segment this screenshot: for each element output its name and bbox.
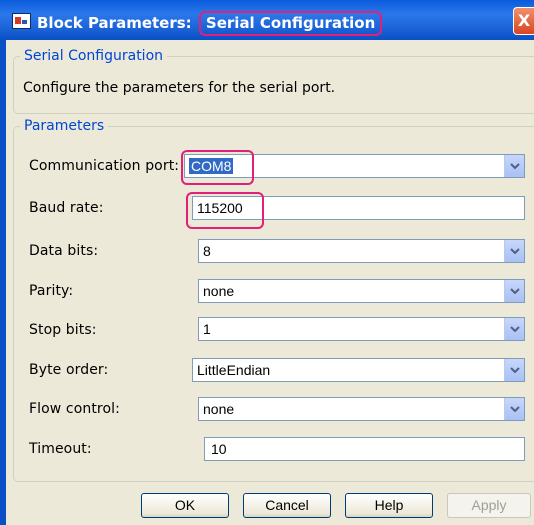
communication-port-dropdown[interactable]: COM8 xyxy=(184,154,525,178)
chevron-down-icon[interactable] xyxy=(504,155,524,177)
block-parameters-icon xyxy=(12,13,31,29)
description-group-legend: Serial Configuration xyxy=(24,48,164,64)
baud-rate-input[interactable]: 115200 xyxy=(192,196,525,220)
chevron-down-icon[interactable] xyxy=(504,359,524,381)
parity-label: Parity: xyxy=(29,283,74,299)
cancel-button[interactable]: Cancel xyxy=(243,493,331,518)
stop-bits-value: 1 xyxy=(203,321,211,337)
stop-bits-dropdown[interactable]: 1 xyxy=(198,317,525,341)
communication-port-label: Communication port: xyxy=(29,158,180,174)
description-text: Configure the parameters for the serial … xyxy=(23,80,336,96)
apply-button[interactable]: Apply xyxy=(447,493,531,518)
parameters-group-legend: Parameters xyxy=(24,118,105,134)
data-bits-label: Data bits: xyxy=(29,243,99,259)
window-title-block-name: Serial Configuration xyxy=(198,11,383,36)
window-title: Block Parameters: Serial Configuration xyxy=(37,11,383,36)
stop-bits-label: Stop bits: xyxy=(29,322,97,338)
data-bits-value: 8 xyxy=(203,243,211,259)
close-button[interactable]: X xyxy=(513,7,534,35)
parity-value: none xyxy=(203,283,235,299)
parity-dropdown[interactable]: none xyxy=(198,279,525,303)
title-bar[interactable]: Block Parameters: Serial Configuration X xyxy=(0,0,534,40)
chevron-down-icon[interactable] xyxy=(504,318,524,340)
baud-rate-label: Baud rate: xyxy=(29,200,104,216)
byte-order-value: LittleEndian xyxy=(197,362,271,378)
baud-rate-value: 115200 xyxy=(197,200,243,216)
flow-control-value: none xyxy=(203,401,235,417)
timeout-label: Timeout: xyxy=(29,441,92,457)
flow-control-label: Flow control: xyxy=(29,401,120,417)
chevron-down-icon[interactable] xyxy=(504,280,524,302)
communication-port-value: COM8 xyxy=(189,158,234,174)
chevron-down-icon[interactable] xyxy=(504,240,524,262)
ok-button[interactable]: OK xyxy=(141,493,229,518)
byte-order-label: Byte order: xyxy=(29,362,109,378)
chevron-down-icon[interactable] xyxy=(504,398,524,420)
window-title-prefix: Block Parameters: xyxy=(37,14,192,32)
flow-control-dropdown[interactable]: none xyxy=(198,397,525,421)
close-icon: X xyxy=(517,11,531,30)
timeout-value: 10 xyxy=(211,441,227,457)
timeout-input[interactable]: 10 xyxy=(204,437,525,461)
help-button[interactable]: Help xyxy=(345,493,433,518)
byte-order-dropdown[interactable]: LittleEndian xyxy=(192,358,525,382)
data-bits-dropdown[interactable]: 8 xyxy=(198,239,525,263)
